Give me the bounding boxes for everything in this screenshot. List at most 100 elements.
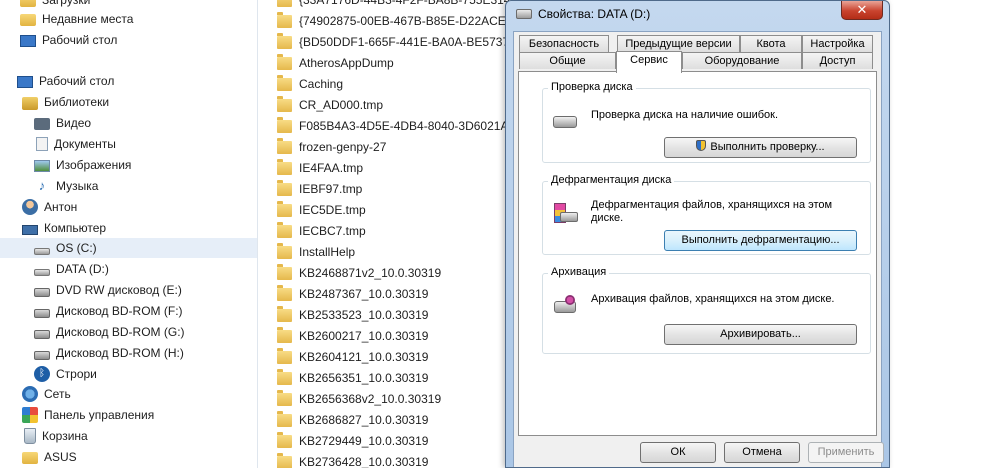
list-item[interactable]: KB2656368v2_10.0.30319: [277, 389, 441, 409]
nav-item-label: Музыка: [56, 179, 99, 193]
nav-item-libraries[interactable]: Библиотеки: [22, 92, 109, 112]
drive-icon: [34, 268, 50, 276]
backup-icon: [551, 293, 577, 317]
file-name: {74902875-00EB-467B-B85E-D22ACE205: [299, 14, 509, 28]
list-item[interactable]: {BD50DDF1-665F-441E-BA0A-BE5737A1: [277, 32, 509, 52]
list-item[interactable]: KB2533523_10.0.30319: [277, 305, 428, 325]
nav-item-label: Видео: [56, 116, 92, 130]
list-item[interactable]: IEBF97.tmp: [277, 179, 362, 199]
cancel-button[interactable]: Отмена: [724, 442, 800, 463]
list-item[interactable]: {74902875-00EB-467B-B85E-D22ACE205: [277, 11, 509, 31]
nav-item-drive-g[interactable]: Дисковод BD-ROM (G:): [34, 322, 185, 342]
nav-item-network[interactable]: Сеть: [22, 384, 71, 404]
list-item[interactable]: IEC5DE.tmp: [277, 200, 366, 220]
defragment-now-button[interactable]: Выполнить дефрагментацию...: [664, 230, 857, 251]
nav-item-bluetooth[interactable]: ᛒ Строри: [34, 364, 97, 384]
tab-tools[interactable]: Сервис: [616, 51, 682, 73]
list-item[interactable]: KB2686827_10.0.30319: [277, 410, 428, 430]
optical-drive-icon: [34, 330, 50, 339]
nav-item-desktop-favorite[interactable]: Рабочий стол: [20, 30, 117, 50]
nav-item-drive-h[interactable]: Дисковод BD-ROM (H:): [34, 343, 184, 363]
nav-item-video[interactable]: Видео: [34, 113, 91, 133]
list-item[interactable]: Caching: [277, 74, 343, 94]
nav-item-label: Панель управления: [44, 408, 155, 422]
tab-quota[interactable]: Квота: [740, 35, 802, 52]
drive-icon: [516, 9, 532, 19]
file-name: KB2600217_10.0.30319: [299, 329, 429, 343]
tab-security[interactable]: Безопасность: [519, 35, 609, 52]
nav-item-drive-f[interactable]: Дисковод BD-ROM (F:): [34, 301, 183, 321]
apply-button[interactable]: Применить: [808, 442, 884, 463]
nav-item-control-panel[interactable]: Панель управления: [22, 405, 154, 425]
file-name: KB2533523_10.0.30319: [299, 308, 429, 322]
file-name: IE4FAA.tmp: [299, 161, 364, 175]
nav-item-music[interactable]: ♪ Музыка: [34, 176, 99, 196]
group-title: Архивация: [548, 266, 610, 278]
ok-button[interactable]: ОК: [640, 442, 716, 463]
file-name: {BD50DDF1-665F-441E-BA0A-BE5737A1: [299, 35, 509, 49]
nav-item-pictures[interactable]: Изображения: [34, 155, 131, 175]
nav-item-label: Компьютер: [44, 221, 107, 235]
nav-item-drive-c[interactable]: OS (C:): [0, 238, 257, 258]
nav-item-documents[interactable]: Документы: [34, 134, 116, 154]
nav-item-label: Рабочий стол: [42, 33, 118, 47]
list-item[interactable]: KB2468871v2_10.0.30319: [277, 263, 441, 283]
button-label: Выполнить проверку...: [710, 141, 825, 153]
tab-general[interactable]: Общие: [519, 52, 616, 69]
nav-item-user[interactable]: Антон: [22, 197, 77, 217]
list-item[interactable]: KB2729449_10.0.30319: [277, 431, 428, 451]
file-name: IECBC7.tmp: [299, 224, 366, 238]
folder-icon: [277, 11, 292, 28]
list-item[interactable]: AtherosAppDump: [277, 53, 394, 73]
list-item[interactable]: frozen-genpy-27: [277, 137, 386, 157]
nav-item-label: Антон: [44, 200, 78, 214]
defrag-group: Дефрагментация диска Дефрагментация файл…: [542, 174, 871, 255]
tab-hardware[interactable]: Оборудование: [682, 52, 802, 69]
list-item[interactable]: IE4FAA.tmp: [277, 158, 363, 178]
nav-item-label: Документы: [54, 137, 116, 151]
optical-drive-icon: [34, 351, 50, 360]
folder-icon: [277, 242, 292, 259]
folder-icon: [277, 200, 292, 217]
list-item[interactable]: KB2736428_10.0.30319: [277, 452, 428, 468]
nav-item-label: DATA (D:): [56, 262, 109, 276]
folder-icon: [277, 263, 292, 280]
dialog-title-bar[interactable]: Свойства: DATA (D:) ✕: [506, 1, 889, 31]
file-name: {33A7176D-44B3-4F2F-BA8B-755E314C0: [299, 0, 509, 7]
list-item[interactable]: KB2604121_10.0.30319: [277, 347, 428, 367]
nav-item-desktop[interactable]: Рабочий стол: [17, 71, 114, 91]
file-name: F085B4A3-4D5E-4DB4-8040-3D6021AE7: [299, 119, 509, 133]
list-item[interactable]: KB2487367_10.0.30319: [277, 284, 428, 304]
list-item[interactable]: CR_AD000.tmp: [277, 95, 383, 115]
list-item[interactable]: KB2600217_10.0.30319: [277, 326, 428, 346]
desktop-icon: [20, 35, 36, 47]
dialog-title: Свойства: DATA (D:): [538, 7, 651, 21]
list-item[interactable]: KB2656351_10.0.30319: [277, 368, 428, 388]
nav-item-recent-places[interactable]: Недавние места: [20, 9, 133, 29]
nav-item-computer[interactable]: Компьютер: [22, 218, 106, 238]
nav-item-asus[interactable]: ASUS: [22, 447, 77, 467]
list-item[interactable]: InstallHelp: [277, 242, 355, 262]
tab-customize[interactable]: Настройка: [802, 35, 873, 52]
folder-icon: [277, 389, 292, 406]
list-item[interactable]: {33A7176D-44B3-4F2F-BA8B-755E314C0: [277, 0, 509, 10]
list-item[interactable]: F085B4A3-4D5E-4DB4-8040-3D6021AE7: [277, 116, 509, 136]
nav-item-recycle-bin[interactable]: Корзина: [22, 426, 88, 446]
folder-icon: [277, 53, 292, 70]
check-now-button[interactable]: Выполнить проверку...: [664, 137, 857, 158]
list-item[interactable]: IECBC7.tmp: [277, 221, 366, 241]
folder-icon: [277, 158, 292, 175]
file-name: KB2604121_10.0.30319: [299, 350, 429, 364]
nav-item-drive-e[interactable]: DVD RW дисковод (E:): [34, 280, 182, 300]
description-line: диске.: [591, 212, 624, 224]
backup-group: Архивация Архивация файлов, хранящихся н…: [542, 266, 871, 354]
tab-sharing[interactable]: Доступ: [802, 52, 873, 69]
group-description: Проверка диска на наличие ошибок.: [591, 109, 779, 121]
nav-item-drive-d[interactable]: DATA (D:): [34, 259, 109, 279]
close-button[interactable]: ✕: [841, 1, 883, 20]
backup-now-button[interactable]: Архивировать...: [664, 324, 857, 345]
file-name: frozen-genpy-27: [299, 140, 387, 154]
folder-icon: [277, 95, 292, 112]
folder-icon: [277, 452, 292, 468]
tab-previous-versions[interactable]: Предыдущие версии: [617, 35, 740, 52]
